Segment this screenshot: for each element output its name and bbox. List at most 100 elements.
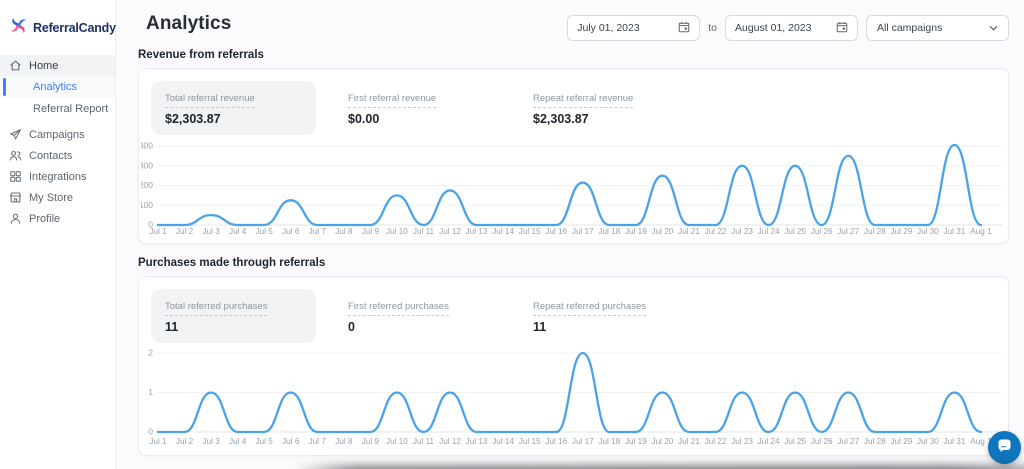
active-indicator-bar [3,78,6,96]
filter-controls: July 01, 2023 to August 01, 2023 [567,15,1009,41]
svg-text:Jul 19: Jul 19 [625,227,647,236]
campaign-select[interactable]: All campaigns [866,15,1009,41]
sidebar-item-label: Campaigns [29,129,85,141]
date-from-input[interactable]: July 01, 2023 [567,15,700,41]
svg-text:Jul 27: Jul 27 [837,227,859,236]
app-root: ReferralCandy Home Analytics Referral Re… [0,0,1024,469]
sidebar-item-label: Integrations [29,171,86,183]
stat-value: $0.00 [348,112,499,126]
page-title: Analytics [138,13,231,35]
calendar-icon [836,21,848,36]
campaign-select-value: All campaigns [877,22,942,34]
chat-launcher-button[interactable] [988,431,1021,464]
sidebar-item-integrations[interactable]: Integrations [0,166,115,187]
svg-text:2: 2 [148,348,153,358]
stat-value: $2,303.87 [165,112,302,126]
svg-text:Jul 4: Jul 4 [229,227,247,236]
svg-text:Jul 10: Jul 10 [386,437,408,446]
svg-text:Jul 13: Jul 13 [466,227,488,236]
svg-text:Jul 13: Jul 13 [466,437,488,446]
person-icon [9,212,22,225]
svg-text:Jul 11: Jul 11 [413,227,435,236]
stat-repeat-referred-purchases[interactable]: Repeat referred purchases 11 [531,289,648,334]
svg-text:Jul 28: Jul 28 [864,437,886,446]
svg-text:Jul 24: Jul 24 [758,437,780,446]
svg-text:Jul 15: Jul 15 [519,227,541,236]
sidebar-item-home[interactable]: Home [0,55,115,76]
svg-text:Jul 23: Jul 23 [731,227,753,236]
svg-text:Jul 8: Jul 8 [335,227,353,236]
revenue-referrals-chart: 0100200300400Jul 1Jul 2Jul 3Jul 4Jul 5Ju… [141,131,1006,237]
svg-text:300: 300 [141,160,153,170]
svg-text:Jul 8: Jul 8 [335,437,353,446]
svg-text:Jul 14: Jul 14 [492,227,514,236]
topbar: Analytics July 01, 2023 to August 01, 20… [138,0,1009,46]
sidebar-item-label: Referral Report [33,103,108,115]
sidebar-item-my-store[interactable]: My Store [0,187,115,208]
stat-total-referral-revenue[interactable]: Total referral revenue $2,303.87 [151,81,316,135]
stat-value: $2,303.87 [533,112,633,126]
svg-text:Jul 15: Jul 15 [519,437,541,446]
svg-text:Jul 10: Jul 10 [386,227,408,236]
svg-text:Jul 12: Jul 12 [439,437,461,446]
stat-label: Total referral revenue [165,93,255,108]
paper-plane-icon [9,128,22,141]
grid-icon [9,170,22,183]
stat-value: 11 [165,320,302,334]
sidebar-item-referral-report[interactable]: Referral Report [0,98,115,120]
date-to-input[interactable]: August 01, 2023 [725,15,858,41]
svg-text:Jul 21: Jul 21 [678,437,700,446]
svg-text:Jul 24: Jul 24 [758,227,780,236]
date-from-value: July 01, 2023 [577,22,639,34]
svg-text:Jul 4: Jul 4 [229,437,247,446]
svg-text:Jul 31: Jul 31 [944,227,966,236]
svg-text:Jul 14: Jul 14 [492,437,514,446]
svg-text:100: 100 [141,200,153,210]
stat-first-referred-purchases[interactable]: First referred purchases 0 [346,289,501,334]
svg-text:Jul 16: Jul 16 [545,227,567,236]
stat-repeat-referral-revenue[interactable]: Repeat referral revenue $2,303.87 [531,81,635,126]
revenue-stats-row: Total referral revenue $2,303.87 First r… [151,81,996,125]
svg-text:Jul 16: Jul 16 [545,437,567,446]
svg-text:Jul 26: Jul 26 [811,227,833,236]
sidebar-item-profile[interactable]: Profile [0,208,115,229]
stat-total-referred-purchases[interactable]: Total referred purchases 11 [151,289,316,343]
svg-text:Jul 17: Jul 17 [572,437,594,446]
stat-label: First referred purchases [348,301,449,316]
svg-text:Aug 1: Aug 1 [970,227,992,236]
svg-text:Jul 21: Jul 21 [678,227,700,236]
sidebar: ReferralCandy Home Analytics Referral Re… [0,0,116,469]
sidebar-nav: Home Analytics Referral Report Campaigns [0,55,115,229]
sidebar-item-campaigns[interactable]: Campaigns [0,124,115,145]
svg-text:Jul 28: Jul 28 [864,227,886,236]
svg-text:Jul 11: Jul 11 [413,437,435,446]
home-icon [9,59,22,72]
sidebar-item-label: My Store [29,192,73,204]
stat-value: 11 [533,320,646,334]
storefront-icon [9,191,22,204]
sidebar-item-analytics[interactable]: Analytics [0,76,115,98]
svg-text:Jul 31: Jul 31 [944,437,966,446]
brand-logo[interactable]: ReferralCandy [0,0,115,55]
sidebar-item-contacts[interactable]: Contacts [0,145,115,166]
stat-label: Repeat referral revenue [533,93,633,108]
chat-bubble-icon [996,437,1013,459]
svg-text:Jul 29: Jul 29 [890,437,912,446]
svg-text:Jul 27: Jul 27 [837,437,859,446]
svg-text:Jul 19: Jul 19 [625,437,647,446]
svg-text:Jul 20: Jul 20 [651,227,673,236]
svg-text:Jul 9: Jul 9 [362,227,380,236]
chevron-down-icon [989,22,998,34]
sidebar-item-label: Profile [29,213,60,225]
section-heading-revenue-referrals: Revenue from referrals [138,49,1009,61]
brand-name: ReferralCandy [33,21,116,35]
calendar-icon [678,21,690,36]
section-heading-purchases: Purchases made through referrals [138,257,1009,269]
brand-logo-icon [8,15,29,41]
svg-text:Jul 7: Jul 7 [309,437,327,446]
svg-text:Jul 25: Jul 25 [784,437,806,446]
stat-first-referral-revenue[interactable]: First referral revenue $0.00 [346,81,501,126]
svg-text:Jul 17: Jul 17 [572,227,594,236]
stat-label: Repeat referred purchases [533,301,646,316]
svg-text:Jul 12: Jul 12 [439,227,461,236]
